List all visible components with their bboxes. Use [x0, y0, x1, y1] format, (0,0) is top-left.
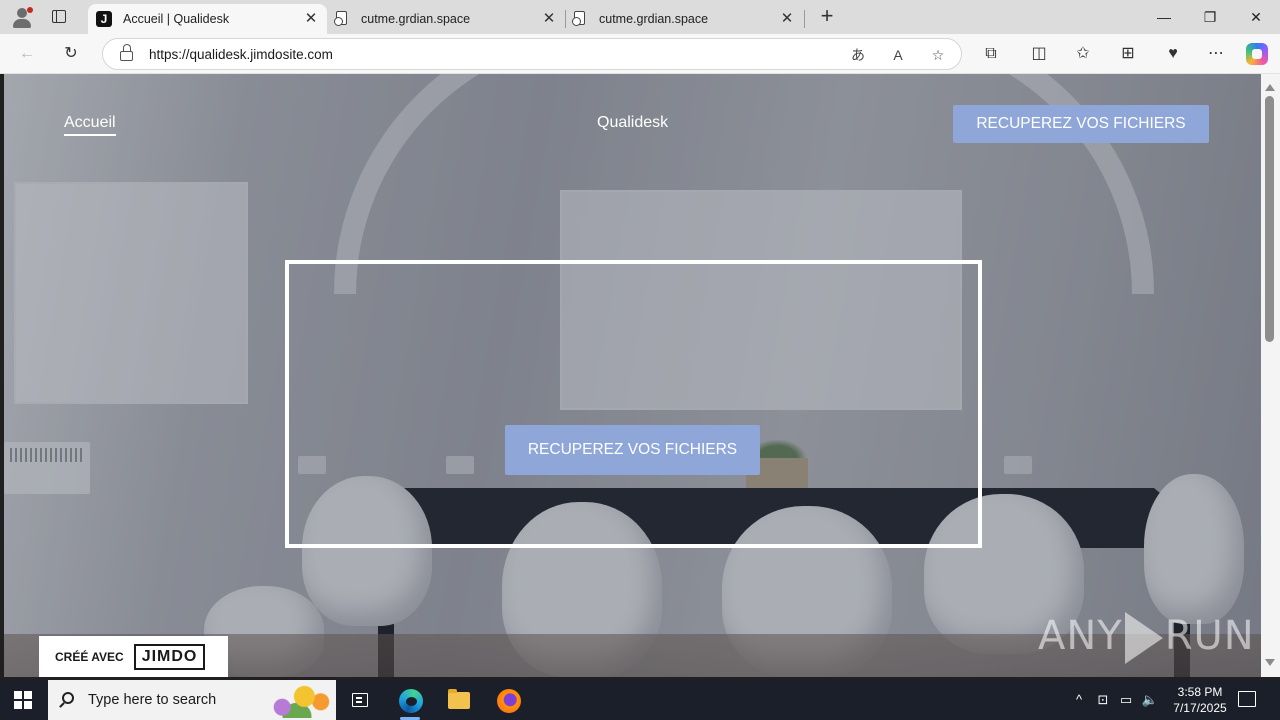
jimdo-badge[interactable]: CRÉÉ AVEC JIMDO: [39, 636, 228, 677]
jimdo-favicon-icon: J: [96, 11, 112, 27]
browser-essentials-icon[interactable]: ♥: [1161, 42, 1185, 66]
close-window-icon[interactable]: ✕: [1245, 6, 1267, 28]
tab-actions-icon[interactable]: [48, 7, 70, 27]
volume-icon[interactable]: 🔈: [1141, 680, 1159, 720]
favorites-icon[interactable]: ✩: [1071, 42, 1095, 66]
translate-icon[interactable]: あ: [848, 45, 868, 65]
browser-toolbar: ← ↻ https://qualidesk.jimdosite.com あ A …: [0, 34, 1280, 74]
search-icon: [62, 692, 74, 704]
extensions-icon[interactable]: ⧉: [979, 42, 1003, 66]
taskbar-search-box[interactable]: Type here to search: [48, 680, 336, 720]
tab-label: Accueil | Qualidesk: [123, 12, 230, 26]
network-icon[interactable]: ▭: [1117, 680, 1135, 720]
jimdo-logo: JIMDO: [133, 643, 206, 670]
tab-cutme-2[interactable]: cutme.grdian.space ✕: [566, 4, 803, 34]
copilot-icon[interactable]: [1246, 43, 1268, 65]
tab-label: cutme.grdian.space: [361, 12, 471, 26]
anyrun-watermark: ANY RUN: [1038, 612, 1255, 664]
page-scrollbar[interactable]: [1261, 74, 1280, 677]
nav-home-link[interactable]: Accueil: [64, 114, 116, 136]
profile-icon[interactable]: [10, 5, 34, 29]
page-favicon-icon: [572, 11, 588, 27]
windows-taskbar: Type here to search ^ ⊡ ▭ 🔈 3:58 PM 7/17…: [0, 680, 1280, 720]
clock-date: 7/17/2025: [1173, 701, 1227, 715]
new-tab-icon[interactable]: +: [816, 5, 838, 28]
refresh-icon[interactable]: ↻: [59, 42, 83, 66]
favorite-star-icon[interactable]: ☆: [928, 45, 948, 65]
tab-accueil-qualidesk[interactable]: J Accueil | Qualidesk ✕: [88, 4, 327, 34]
minimize-icon[interactable]: —: [1153, 6, 1175, 28]
more-menu-icon[interactable]: ⋯: [1204, 42, 1228, 66]
tab-close-icon[interactable]: ✕: [541, 11, 557, 27]
search-highlight-icon: [260, 682, 334, 718]
notification-icon[interactable]: [1238, 691, 1256, 707]
task-view-icon[interactable]: [340, 684, 380, 718]
tab-strip: J Accueil | Qualidesk ✕ cutme.grdian.spa…: [0, 0, 1280, 34]
header-recover-files-button[interactable]: RECUPEREZ VOS FICHIERS: [953, 105, 1209, 143]
watermark-right: RUN: [1164, 613, 1255, 659]
page-favicon-icon: [334, 11, 350, 27]
tab-close-icon[interactable]: ✕: [303, 11, 319, 27]
play-icon: [1124, 612, 1163, 664]
taskbar-clock[interactable]: 3:58 PM 7/17/2025: [1160, 684, 1240, 716]
restore-icon[interactable]: ❐: [1199, 6, 1221, 28]
hero-frame: [285, 260, 982, 548]
tab-cutme-1[interactable]: cutme.grdian.space ✕: [328, 4, 565, 34]
hero-recover-files-button[interactable]: RECUPEREZ VOS FICHIERS: [505, 425, 760, 475]
file-explorer-icon[interactable]: [439, 684, 479, 718]
lock-icon[interactable]: [120, 44, 133, 61]
watermark-left: ANY: [1038, 613, 1123, 659]
badge-prefix: CRÉÉ AVEC: [55, 649, 124, 664]
search-placeholder: Type here to search: [88, 692, 217, 708]
tray-chevron-icon[interactable]: ^: [1070, 680, 1088, 720]
back-icon[interactable]: ←: [15, 42, 39, 66]
url-text[interactable]: https://qualidesk.jimdosite.com: [149, 47, 333, 62]
edge-taskbar-icon[interactable]: [390, 684, 430, 720]
site-title: Qualidesk: [597, 114, 669, 131]
page-viewport: Accueil Qualidesk RECUPEREZ VOS FICHIERS…: [4, 74, 1261, 677]
read-aloud-icon[interactable]: A: [888, 45, 908, 65]
scroll-up-icon[interactable]: [1265, 84, 1275, 91]
scroll-thumb[interactable]: [1265, 96, 1274, 342]
windows-start-icon[interactable]: [14, 691, 32, 709]
firefox-icon[interactable]: [488, 684, 528, 718]
tab-separator: [804, 10, 805, 28]
clock-time: 3:58 PM: [1177, 685, 1223, 699]
tab-label: cutme.grdian.space: [599, 12, 709, 26]
tab-close-icon[interactable]: ✕: [779, 11, 795, 27]
scroll-down-icon[interactable]: [1265, 659, 1275, 666]
split-screen-icon[interactable]: ◫: [1027, 42, 1051, 66]
tray-device-icon[interactable]: ⊡: [1094, 680, 1112, 720]
collections-icon[interactable]: ⊞: [1116, 42, 1140, 66]
address-bar[interactable]: https://qualidesk.jimdosite.com あ A ☆: [102, 38, 962, 70]
